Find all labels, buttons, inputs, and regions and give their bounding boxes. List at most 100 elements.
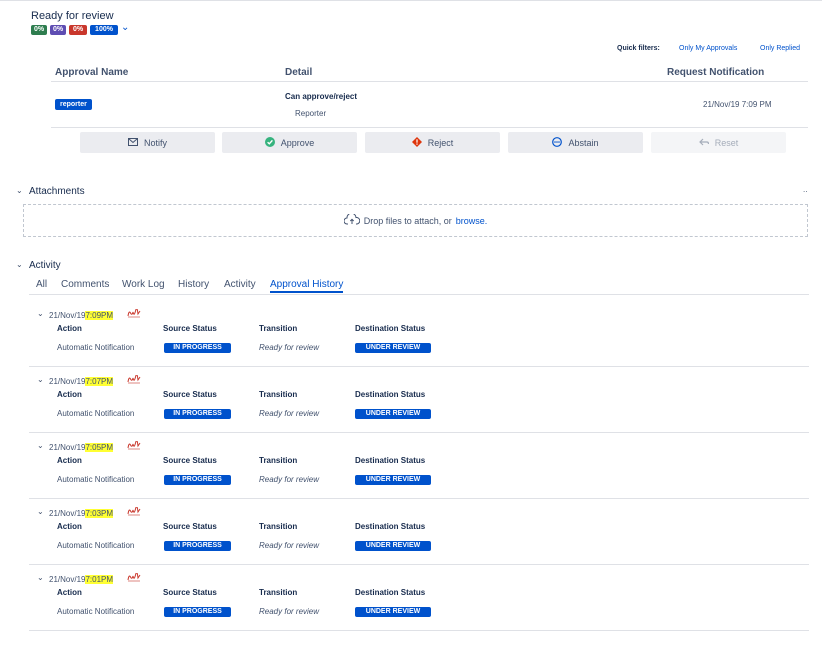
check-circle-icon	[264, 136, 275, 149]
filter-only-my-approvals[interactable]: Only My Approvals	[679, 45, 737, 52]
entry-chevron-icon[interactable]: ⌄	[37, 507, 44, 516]
entry-divider	[29, 366, 809, 367]
tab-history[interactable]: History	[178, 279, 209, 290]
column-action-header: Action	[57, 456, 82, 465]
tab-all[interactable]: All	[36, 279, 47, 290]
destination-status-lozenge: UNDER REVIEW	[355, 343, 431, 353]
column-destination-header: Destination Status	[355, 390, 426, 399]
tab-approval-history[interactable]: Approval History	[270, 279, 344, 293]
column-destination-header: Destination Status	[355, 456, 426, 465]
entry-ampm: PM	[101, 311, 114, 320]
signature-icon	[127, 506, 141, 518]
entry-date: 21/Nov/19	[49, 509, 86, 518]
column-transition-header: Transition	[259, 588, 298, 597]
attachments-more-icon[interactable]: ..	[803, 185, 807, 194]
column-action-header: Action	[57, 522, 82, 531]
approver-badge: reporter	[55, 99, 92, 110]
reset-button[interactable]: Reset	[651, 132, 786, 153]
progress-badge-pending: 100%	[90, 25, 118, 35]
entry-transition: Ready for review	[259, 541, 320, 550]
entry-date: 21/Nov/19	[49, 575, 86, 584]
reset-label: Reset	[714, 137, 739, 148]
attachments-title[interactable]: Attachments	[29, 186, 85, 197]
entry-time: 7:03	[85, 509, 102, 518]
entry-ampm: PM	[101, 443, 114, 452]
entry-action: Automatic Notification	[57, 607, 135, 616]
source-status-lozenge: IN PROGRESS	[164, 607, 231, 617]
entry-action: Automatic Notification	[57, 409, 135, 418]
progress-badge-rejected: 0%	[69, 25, 87, 35]
header-request-notification: Request Notification	[667, 67, 765, 78]
chevron-down-icon[interactable]: ⌄	[121, 22, 129, 33]
entry-timestamp: 21/Nov/197:07PM	[49, 377, 114, 386]
header-approval-name: Approval Name	[55, 67, 129, 78]
table-row-divider	[51, 127, 808, 128]
reject-button[interactable]: Reject	[365, 132, 500, 153]
notify-button[interactable]: Notify	[80, 132, 215, 153]
entry-ampm: PM	[101, 575, 114, 584]
source-status-lozenge: IN PROGRESS	[164, 409, 231, 419]
entry-transition: Ready for review	[259, 343, 320, 352]
undo-icon	[698, 138, 709, 148]
entry-chevron-icon[interactable]: ⌄	[37, 309, 44, 318]
tab-comments[interactable]: Comments	[61, 279, 109, 290]
source-status-lozenge: IN PROGRESS	[164, 475, 231, 485]
column-destination-header: Destination Status	[355, 588, 426, 597]
abstain-circle-icon	[552, 136, 563, 149]
column-source-header: Source Status	[163, 588, 217, 597]
approval-detail-subtitle: Reporter	[295, 109, 327, 118]
envelope-icon	[127, 137, 138, 148]
entry-time: 7:07	[85, 377, 102, 386]
entry-transition: Ready for review	[259, 409, 320, 418]
approve-label: Approve	[280, 137, 315, 148]
entry-divider	[29, 630, 809, 631]
destination-status-lozenge: UNDER REVIEW	[355, 541, 431, 551]
attachment-dropzone[interactable]: Drop files to attach, or browse.	[23, 204, 808, 237]
destination-status-lozenge: UNDER REVIEW	[355, 409, 431, 419]
filter-only-replied[interactable]: Only Replied	[760, 45, 800, 52]
entry-divider	[29, 432, 809, 433]
signature-icon	[127, 374, 141, 386]
entry-timestamp: 21/Nov/197:09PM	[49, 311, 114, 320]
column-action-header: Action	[57, 390, 82, 399]
header-detail: Detail	[285, 67, 313, 78]
abstain-label: Abstain	[568, 137, 599, 148]
column-destination-header: Destination Status	[355, 324, 426, 333]
approval-status-title: Ready for review	[31, 10, 114, 22]
notify-label: Notify	[143, 137, 167, 148]
abstain-button[interactable]: Abstain	[508, 132, 643, 153]
column-transition-header: Transition	[259, 324, 298, 333]
signature-icon	[127, 572, 141, 584]
column-destination-header: Destination Status	[355, 522, 426, 531]
activity-chevron-icon[interactable]: ⌄	[16, 260, 23, 269]
source-status-lozenge: IN PROGRESS	[164, 541, 231, 551]
browse-link[interactable]: browse.	[456, 216, 488, 226]
cloud-upload-icon	[343, 212, 360, 227]
entry-ampm: PM	[101, 509, 114, 518]
approval-detail-title: Can approve/reject	[285, 92, 358, 101]
entry-date: 21/Nov/19	[49, 311, 86, 320]
column-source-header: Source Status	[163, 456, 217, 465]
attachments-chevron-icon[interactable]: ⌄	[16, 186, 23, 195]
column-source-header: Source Status	[163, 324, 217, 333]
entry-chevron-icon[interactable]: ⌄	[37, 375, 44, 384]
entry-timestamp: 21/Nov/197:01PM	[49, 575, 114, 584]
tab-activity[interactable]: Activity	[224, 279, 256, 290]
entry-divider	[29, 498, 809, 499]
reject-label: Reject	[427, 137, 454, 148]
reject-diamond-icon	[411, 136, 422, 149]
entry-chevron-icon[interactable]: ⌄	[37, 573, 44, 582]
column-action-header: Action	[57, 588, 82, 597]
entry-chevron-icon[interactable]: ⌄	[37, 441, 44, 450]
approve-button[interactable]: Approve	[222, 132, 357, 153]
entry-time: 7:09	[85, 311, 102, 320]
table-header-divider	[51, 81, 808, 82]
entry-transition: Ready for review	[259, 475, 320, 484]
column-source-header: Source Status	[163, 522, 217, 531]
entry-time: 7:05	[85, 443, 102, 452]
activity-title[interactable]: Activity	[29, 260, 61, 271]
column-transition-header: Transition	[259, 522, 298, 531]
destination-status-lozenge: UNDER REVIEW	[355, 607, 431, 617]
tab-work-log[interactable]: Work Log	[122, 279, 165, 290]
tabs-divider	[29, 294, 809, 295]
